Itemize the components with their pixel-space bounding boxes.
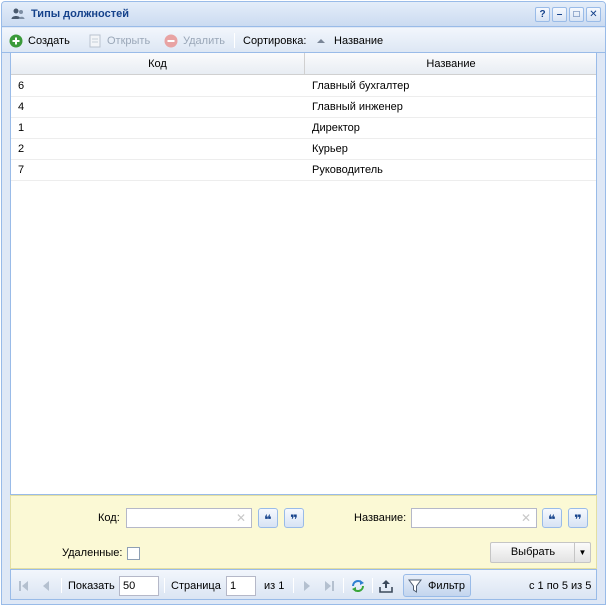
page-size-input[interactable]: 50 bbox=[119, 576, 159, 596]
deleted-checkbox[interactable] bbox=[127, 547, 140, 560]
clear-icon[interactable]: ✕ bbox=[521, 511, 531, 525]
filter-toggle-button[interactable]: Фильтр bbox=[403, 574, 471, 597]
chevron-down-icon[interactable]: ▼ bbox=[574, 543, 590, 562]
toolbar: Создать Открыть Удалить Сортировка: Назв… bbox=[2, 28, 605, 53]
pager-separator bbox=[372, 578, 373, 593]
first-page-icon[interactable] bbox=[19, 570, 29, 601]
sort-label: Сортировка: bbox=[243, 34, 307, 47]
clear-icon[interactable]: ✕ bbox=[236, 511, 246, 525]
grid-header: Код Название bbox=[11, 53, 596, 75]
maximize-button[interactable]: □ bbox=[569, 7, 584, 22]
title-bar: Типы должностей ? – □ ✕ bbox=[2, 2, 605, 27]
column-header-code[interactable]: Код bbox=[11, 53, 305, 75]
pager-separator bbox=[164, 578, 165, 593]
cell-code: 2 bbox=[18, 143, 25, 155]
name-filter-label: Название: bbox=[354, 512, 407, 524]
last-page-icon[interactable] bbox=[324, 570, 334, 601]
window-title: Типы должностей bbox=[31, 8, 129, 20]
positions-grid: Код Название 6 Главный бухгалтер 4 Главн… bbox=[10, 53, 597, 495]
users-icon bbox=[11, 8, 25, 19]
cell-name: Главный инженер bbox=[312, 101, 403, 113]
cell-code: 7 bbox=[18, 164, 25, 176]
filter-button-label: Фильтр bbox=[428, 579, 465, 592]
open-label: Открыть bbox=[107, 34, 151, 47]
code-quote-close-button[interactable]: ❞ bbox=[284, 508, 304, 528]
table-row[interactable]: 4 Главный инженер bbox=[11, 97, 596, 118]
page-number-input[interactable]: 1 bbox=[226, 576, 256, 596]
select-button-label: Выбрать bbox=[510, 546, 556, 558]
close-button[interactable]: ✕ bbox=[586, 7, 601, 22]
deleted-filter-label: Удаленные: bbox=[62, 547, 123, 559]
page-size-label: Показать bbox=[68, 579, 115, 592]
cell-code: 6 bbox=[18, 80, 25, 92]
sort-ascending-icon bbox=[317, 38, 325, 43]
sort-field-label: Название bbox=[334, 34, 384, 47]
pager-separator bbox=[61, 578, 62, 593]
cell-name: Главный бухгалтер bbox=[312, 80, 410, 92]
open-button[interactable]: Открыть bbox=[88, 28, 150, 53]
refresh-icon[interactable] bbox=[350, 570, 366, 601]
create-label: Создать bbox=[28, 34, 70, 47]
page-count-label: из 1 bbox=[264, 579, 285, 592]
export-icon[interactable] bbox=[379, 570, 393, 601]
delete-label: Удалить bbox=[183, 34, 225, 47]
help-button[interactable]: ? bbox=[535, 7, 550, 22]
code-quote-open-button[interactable]: ❝ bbox=[258, 508, 278, 528]
toolbar-separator bbox=[234, 33, 235, 48]
positions-window: Типы должностей ? – □ ✕ Создать Открыть bbox=[1, 1, 606, 605]
table-row[interactable]: 1 Директор bbox=[11, 118, 596, 139]
name-quote-open-button[interactable]: ❝ bbox=[542, 508, 562, 528]
document-icon bbox=[89, 34, 101, 47]
table-row[interactable]: 6 Главный бухгалтер bbox=[11, 76, 596, 97]
cell-name: Курьер bbox=[312, 143, 348, 155]
delete-button[interactable]: Удалить bbox=[164, 28, 225, 53]
plus-circle-icon bbox=[9, 34, 23, 47]
pager-separator bbox=[293, 578, 294, 593]
table-row[interactable]: 7 Руководитель bbox=[11, 160, 596, 181]
minus-circle-icon bbox=[164, 34, 178, 47]
next-page-icon[interactable] bbox=[303, 570, 311, 601]
create-button[interactable]: Создать bbox=[9, 28, 70, 53]
name-quote-close-button[interactable]: ❞ bbox=[568, 508, 588, 528]
cell-name: Директор bbox=[312, 122, 360, 134]
filter-panel: Код: ✕ ❝ ❞ Название: ✕ ❝ ❞ Удаленные: Вы… bbox=[10, 495, 597, 569]
page-label: Страница bbox=[171, 579, 221, 592]
code-filter-input[interactable]: ✕ bbox=[126, 508, 252, 528]
code-filter-label: Код: bbox=[98, 512, 120, 524]
paging-toolbar: Показать 50 Страница 1 из 1 Фильтр с 1 п… bbox=[10, 569, 597, 600]
prev-page-icon[interactable] bbox=[42, 570, 50, 601]
table-row[interactable]: 2 Курьер bbox=[11, 139, 596, 160]
cell-code: 4 bbox=[18, 101, 25, 113]
funnel-icon bbox=[408, 579, 422, 593]
sort-field-button[interactable]: Название bbox=[316, 28, 383, 53]
select-split-button[interactable]: Выбрать ▼ bbox=[490, 542, 591, 563]
name-filter-input[interactable]: ✕ bbox=[411, 508, 537, 528]
cell-code: 1 bbox=[18, 122, 25, 134]
minimize-button[interactable]: – bbox=[552, 7, 567, 22]
pager-separator bbox=[343, 578, 344, 593]
column-header-name[interactable]: Название bbox=[306, 53, 596, 75]
grid-body: 6 Главный бухгалтер 4 Главный инженер 1 … bbox=[11, 76, 596, 181]
paging-summary: с 1 по 5 из 5 bbox=[529, 579, 592, 592]
cell-name: Руководитель bbox=[312, 164, 383, 176]
